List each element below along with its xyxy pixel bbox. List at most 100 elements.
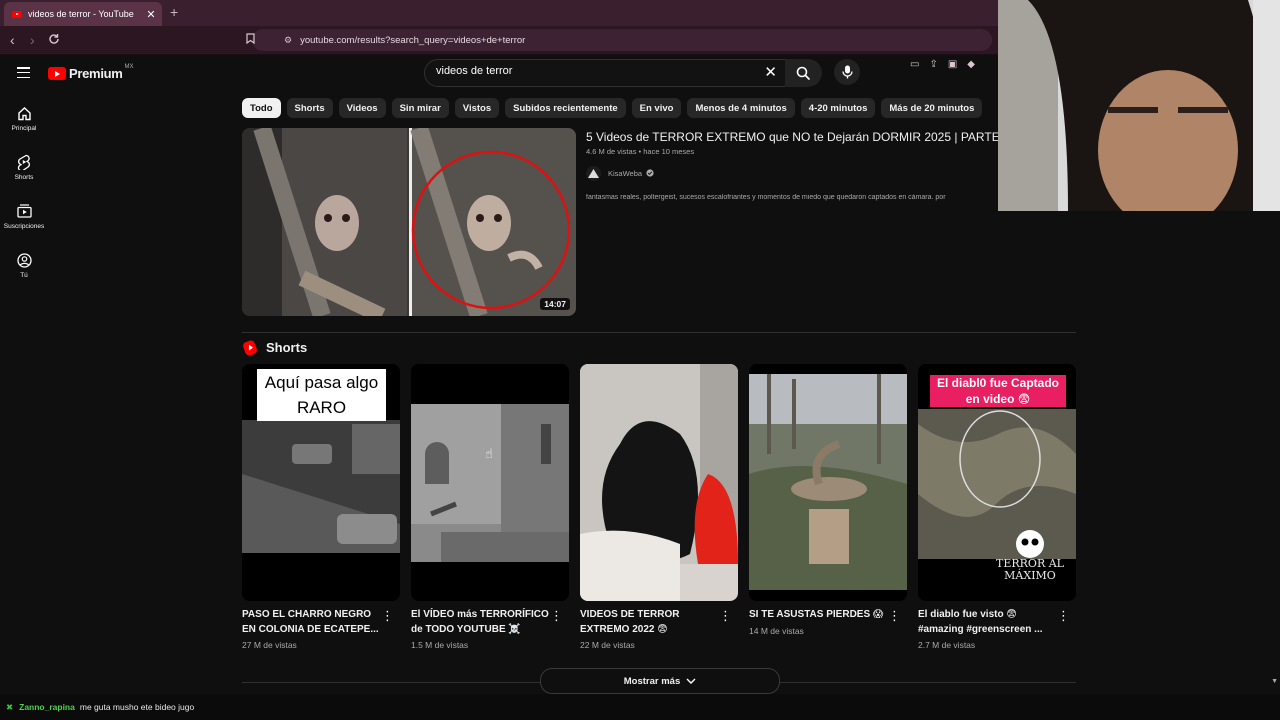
site-settings-icon[interactable]: ⚙ bbox=[284, 35, 292, 46]
short-card[interactable]: SI TE ASUSTAS PIERDES 😱 14 M de vistas ⋮ bbox=[749, 364, 907, 636]
sidebar-item-label: Principal bbox=[11, 125, 37, 132]
chip-vistos[interactable]: Vistos bbox=[454, 98, 500, 118]
home-icon bbox=[17, 104, 32, 122]
short-card[interactable]: Aquí pasa algo RARO PASO EL CHARRO NEGRO… bbox=[242, 364, 400, 650]
chip-videos[interactable]: Videos bbox=[338, 98, 386, 118]
microphone-icon bbox=[841, 65, 853, 79]
chip-4-20-minutos[interactable]: 4-20 minutos bbox=[800, 98, 876, 118]
sidebar-item-label: Shorts bbox=[14, 174, 34, 181]
chat-text: me guta musho ete bideo jugo bbox=[79, 702, 195, 712]
sidebar-item-shorts[interactable]: Shorts bbox=[0, 141, 48, 190]
scroll-down-arrow-icon[interactable]: ▼ bbox=[1271, 678, 1278, 685]
short-title[interactable]: PASO EL CHARRO NEGRO EN COLONIA DE ECATE… bbox=[242, 608, 382, 637]
url-bar[interactable]: ⚙ youtube.com/results?search_query=video… bbox=[246, 29, 992, 51]
cursor-icon: ☝ bbox=[485, 446, 493, 461]
short-title[interactable]: SI TE ASUSTAS PIERDES 😱 bbox=[749, 608, 889, 623]
voice-search-button[interactable] bbox=[834, 59, 860, 85]
short-title[interactable]: VIDEOS DE TERROR EXTREMO 2022 😨 bbox=[580, 608, 720, 637]
short-card[interactable]: El diabl0 fue Captado en video 😨 TERROR … bbox=[918, 364, 1076, 650]
more-options-icon[interactable]: ⋮ bbox=[888, 609, 901, 622]
chat-badge-icon: ✖ bbox=[6, 701, 14, 712]
video-title[interactable]: 5 Videos de TERROR EXTREMO que NO te Dej… bbox=[586, 130, 1010, 144]
youtube-logo[interactable]: Premium MX bbox=[48, 64, 134, 81]
more-options-icon[interactable]: ⋮ bbox=[719, 609, 732, 622]
thumbnail-right-frame bbox=[409, 128, 576, 316]
bookmark-icon[interactable] bbox=[246, 33, 255, 47]
short-thumbnail-image bbox=[749, 364, 907, 601]
short-overlay-text: El diabl0 fue Captado en video 😨 bbox=[930, 375, 1066, 407]
video-duration: 14:07 bbox=[540, 298, 570, 310]
webcam-image bbox=[998, 0, 1280, 211]
youtube-play-icon bbox=[48, 67, 66, 80]
short-thumbnail[interactable]: ☝ bbox=[411, 364, 569, 601]
search-button[interactable] bbox=[785, 59, 822, 87]
sidebar-item-principal[interactable]: Principal bbox=[0, 92, 48, 141]
short-thumbnail[interactable]: Aquí pasa algo RARO bbox=[242, 364, 400, 601]
video-description: fantasmas reales, poltergeist, sucesos e… bbox=[586, 194, 946, 201]
search-input[interactable] bbox=[434, 64, 738, 78]
webcam-overlay bbox=[998, 0, 1280, 211]
short-thumbnail[interactable] bbox=[749, 364, 907, 601]
show-more-label: Mostrar más bbox=[623, 675, 681, 687]
sidebar-item-suscripciones[interactable]: Suscripciones bbox=[0, 190, 48, 239]
show-more-button[interactable]: Mostrar más bbox=[540, 668, 780, 694]
tab-title: videos de terror - YouTube bbox=[28, 9, 134, 19]
clear-search-icon[interactable]: ✕ bbox=[764, 63, 777, 81]
menu-icon[interactable] bbox=[17, 67, 30, 81]
youtube-header: Premium MX ✕ bbox=[0, 54, 1000, 92]
new-tab-button[interactable]: + bbox=[170, 4, 178, 20]
chip-subidos-recientemente[interactable]: Subidos recientemente bbox=[505, 98, 626, 118]
short-thumbnail[interactable]: El diabl0 fue Captado en video 😨 TERROR … bbox=[918, 364, 1076, 601]
short-title[interactable]: El VÍDEO más TERRORÍFICO de TODO YOUTUBE… bbox=[411, 608, 551, 637]
short-watermark: TERROR AL MÁXIMO bbox=[996, 557, 1064, 582]
more-options-icon[interactable]: ⋮ bbox=[550, 609, 563, 622]
short-thumbnail[interactable] bbox=[580, 364, 738, 601]
subscriptions-icon bbox=[16, 202, 32, 220]
shorts-icon bbox=[17, 153, 31, 171]
chip-en-vivo[interactable]: En vivo bbox=[631, 98, 682, 118]
channel-name[interactable]: KisaWeba bbox=[608, 169, 642, 178]
sidebar: Principal Shorts Suscripciones Tú bbox=[0, 92, 48, 288]
short-title[interactable]: El diablo fue visto 😨 #amazing #greenscr… bbox=[918, 608, 1058, 637]
short-views: 2.7 M de vistas bbox=[918, 640, 976, 650]
stream-chat-message: ✖ Zanno_rapina me guta musho ete bideo j… bbox=[0, 694, 1280, 720]
more-options-icon[interactable]: ⋮ bbox=[1057, 609, 1070, 622]
you-icon bbox=[16, 251, 32, 269]
short-card[interactable]: ☝ El VÍDEO más TERRORÍFICO de TODO YOUTU… bbox=[411, 364, 569, 650]
shorts-heading: Shorts bbox=[266, 340, 308, 355]
reload-icon[interactable] bbox=[48, 32, 60, 48]
short-overlay-text: Aquí pasa algo RARO bbox=[264, 373, 379, 417]
shorts-section-header: Shorts bbox=[241, 338, 308, 357]
short-card[interactable]: VIDEOS DE TERROR EXTREMO 2022 😨 22 M de … bbox=[580, 364, 738, 650]
channel-info[interactable]: KisaWeba bbox=[586, 166, 654, 181]
short-views: 14 M de vistas bbox=[749, 625, 804, 636]
back-icon[interactable]: ‹ bbox=[10, 32, 15, 48]
chip-todo[interactable]: Todo bbox=[242, 98, 281, 118]
chip-mas-20-minutos[interactable]: Más de 20 minutos bbox=[881, 98, 983, 118]
verified-icon bbox=[646, 168, 654, 179]
search-box: ✕ bbox=[424, 59, 786, 87]
sidebar-item-tu[interactable]: Tú bbox=[0, 239, 48, 288]
short-thumbnail-image bbox=[411, 364, 569, 601]
chevron-down-icon bbox=[686, 678, 696, 684]
chip-sin-mirar[interactable]: Sin mirar bbox=[391, 98, 449, 118]
short-views: 27 M de vistas bbox=[242, 640, 297, 650]
sidebar-item-label: Suscripciones bbox=[3, 223, 45, 230]
sidebar-item-label: Tú bbox=[20, 272, 28, 279]
youtube-favicon-icon bbox=[12, 10, 22, 18]
forward-icon[interactable]: › bbox=[30, 32, 35, 48]
chip-shorts[interactable]: Shorts bbox=[286, 98, 333, 118]
more-options-icon[interactable]: ⋮ bbox=[381, 609, 394, 622]
filter-chips: Todo Shorts Videos Sin mirar Vistos Subi… bbox=[242, 98, 983, 118]
chat-username: Zanno_rapina bbox=[19, 702, 75, 712]
short-views: 1.5 M de vistas bbox=[411, 640, 469, 650]
logo-text: Premium bbox=[69, 66, 123, 81]
channel-avatar[interactable] bbox=[586, 166, 601, 181]
tab-close-icon[interactable]: ✕ bbox=[144, 8, 158, 21]
video-meta: 4.6 M de vistas • hace 10 meses bbox=[586, 147, 695, 156]
section-divider bbox=[242, 332, 1076, 333]
browser-tab[interactable]: videos de terror - YouTube ✕ bbox=[4, 2, 162, 26]
chip-menos-4-minutos[interactable]: Menos de 4 minutos bbox=[687, 98, 795, 118]
video-thumbnail[interactable]: 14:07 bbox=[242, 128, 576, 316]
search-icon bbox=[796, 66, 811, 80]
